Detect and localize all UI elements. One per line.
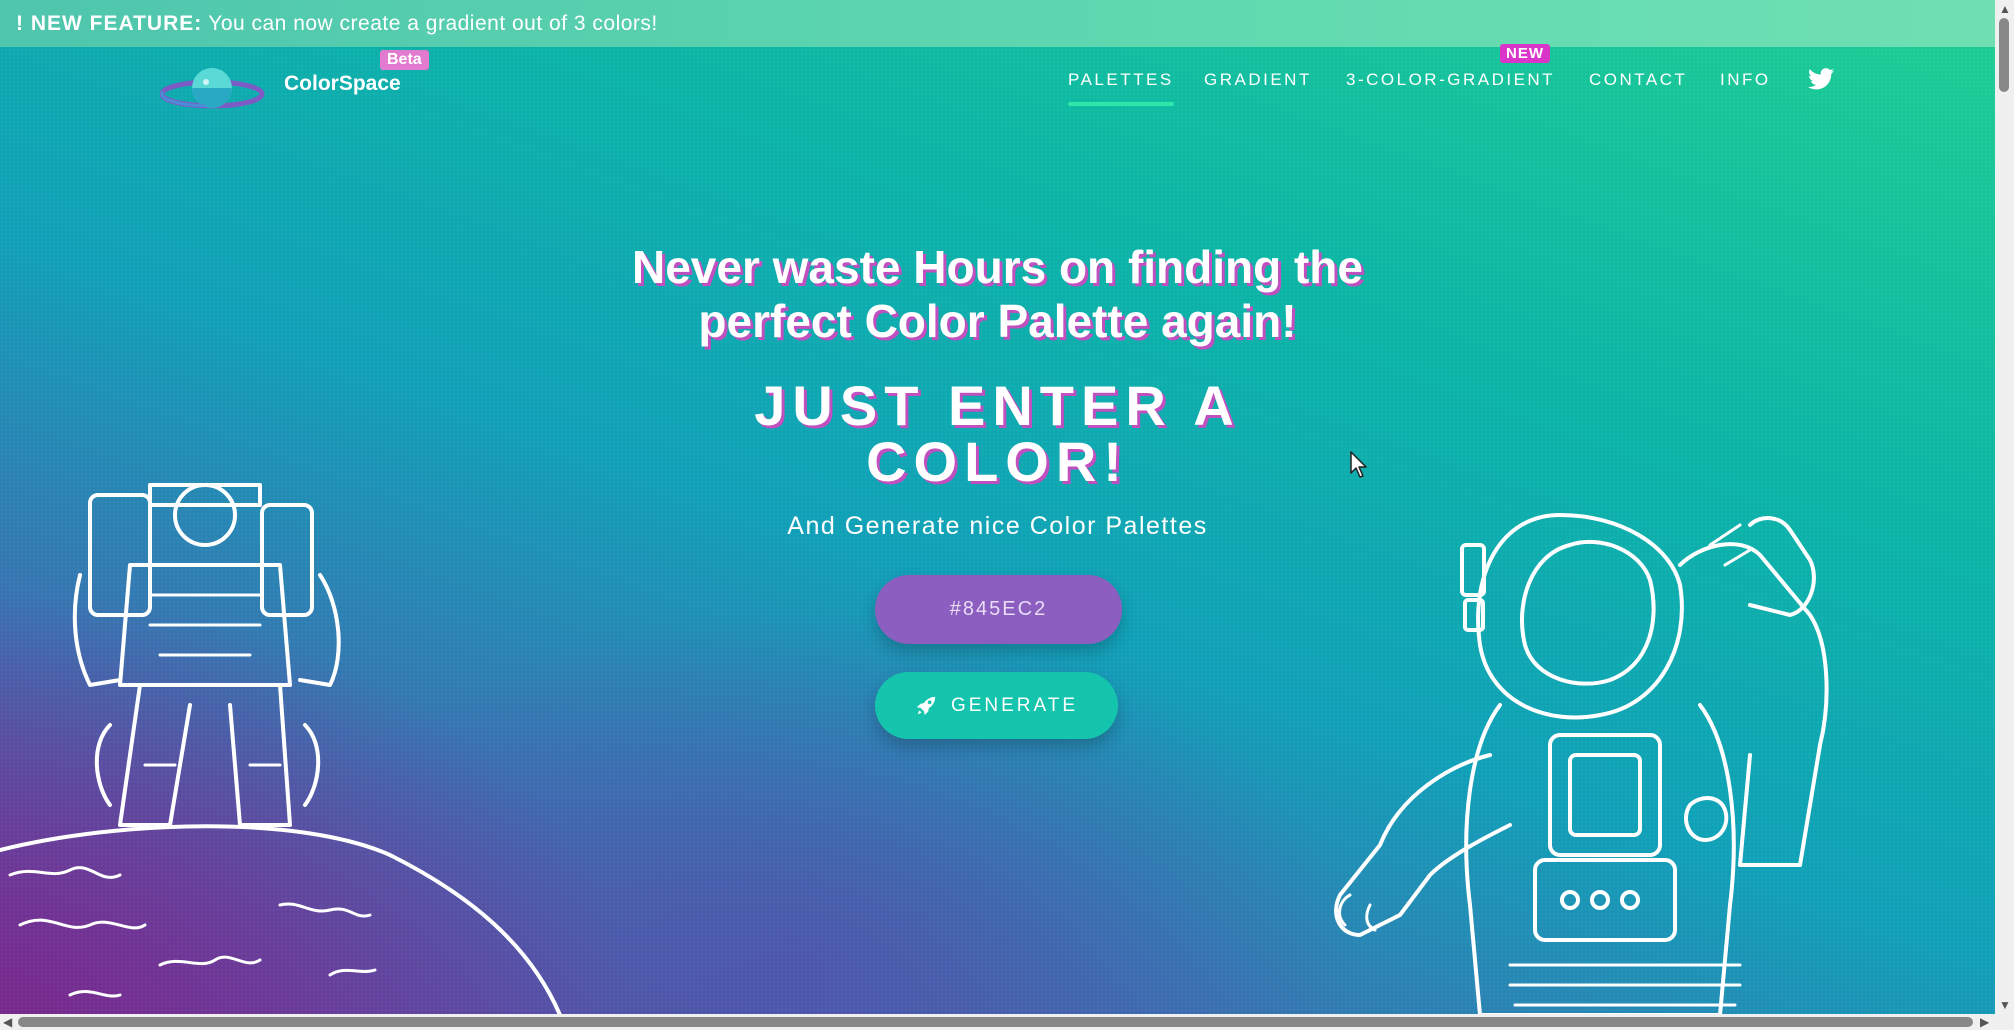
- color-input[interactable]: [875, 575, 1122, 644]
- page: ! NEW FEATURE: You can now create a grad…: [0, 0, 1995, 1014]
- scroll-left-icon[interactable]: ◀: [3, 1015, 12, 1029]
- astronaut-waving-illustration: [1334, 513, 1829, 1014]
- nav-gradient[interactable]: GRADIENT: [1204, 70, 1312, 90]
- horizontal-scrollbar[interactable]: ◀ ▶: [0, 1014, 2014, 1030]
- hero-title-line2: perfect Color Palette again!: [698, 295, 1297, 347]
- vertical-scroll-thumb[interactable]: [1999, 18, 2009, 92]
- hero-title-line1: Never waste Hours on finding the: [632, 241, 1363, 293]
- new-badge: NEW: [1500, 44, 1550, 63]
- generate-button[interactable]: GENERATE: [875, 672, 1118, 739]
- hero-title: Never waste Hours on finding the perfect…: [0, 240, 1995, 348]
- logo-link[interactable]: ColorSpace Beta: [160, 50, 460, 118]
- nav-3-color-gradient-label: 3-COLOR-GRADIENT: [1346, 70, 1556, 89]
- brand-name: ColorSpace: [284, 72, 401, 95]
- mouse-cursor-icon: [1350, 451, 1367, 478]
- nav-3-color-gradient[interactable]: 3-COLOR-GRADIENT NEW: [1346, 44, 1556, 90]
- nav-info[interactable]: INFO: [1720, 70, 1771, 90]
- scroll-down-icon[interactable]: ▼: [1999, 998, 2011, 1012]
- hero-headline-line1: JUST ENTER A: [754, 374, 1241, 437]
- nav-contact[interactable]: CONTACT: [1589, 70, 1687, 90]
- rocket-icon: [916, 696, 936, 715]
- beta-badge: Beta: [380, 50, 429, 70]
- scroll-right-icon[interactable]: ▶: [1980, 1015, 1989, 1029]
- twitter-icon[interactable]: [1808, 68, 1834, 90]
- banner-text: You can now create a gradient out of 3 c…: [208, 12, 658, 35]
- nav-palettes[interactable]: PALETTES: [1068, 70, 1174, 106]
- scroll-up-icon[interactable]: ▲: [1999, 2, 2011, 16]
- hero-subtitle: And Generate nice Color Palettes: [787, 512, 1208, 540]
- hero-headline-line2: COLOR!: [866, 430, 1129, 493]
- generate-label: GENERATE: [950, 694, 1079, 716]
- vertical-scrollbar[interactable]: ▲ ▼: [1995, 0, 2014, 1014]
- banner-label: ! NEW FEATURE:: [16, 12, 203, 35]
- horizontal-scroll-thumb[interactable]: [18, 1017, 1973, 1027]
- planet-logo-icon: [160, 68, 265, 109]
- feature-banner[interactable]: ! NEW FEATURE: You can now create a grad…: [0, 0, 1995, 47]
- hero-headline: JUST ENTER A COLOR!: [0, 378, 1995, 490]
